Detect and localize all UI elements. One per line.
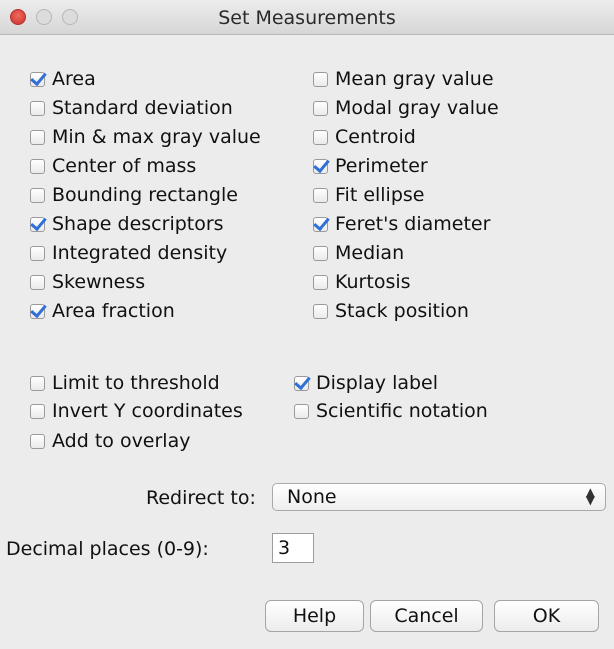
checkbox-stack-position[interactable]: Stack position xyxy=(313,298,469,324)
checkbox-icon[interactable] xyxy=(30,187,45,203)
checkbox-icon[interactable] xyxy=(30,375,45,391)
checkbox-icon[interactable] xyxy=(30,71,45,87)
checkbox-icon[interactable] xyxy=(30,303,45,319)
checkbox-perimeter[interactable]: Perimeter xyxy=(313,153,428,179)
checkbox-median[interactable]: Median xyxy=(313,240,404,266)
checkbox-scientific-notation[interactable]: Scientific notation xyxy=(294,398,488,424)
checkbox-label: Stack position xyxy=(335,300,469,322)
checkbox-icon[interactable] xyxy=(313,245,328,261)
checkbox-add-to-overlay[interactable]: Add to overlay xyxy=(30,428,190,454)
checkbox-icon[interactable] xyxy=(30,158,45,174)
checkbox-label: Standard deviation xyxy=(52,97,233,119)
checkbox-icon[interactable] xyxy=(313,158,328,174)
checkbox-display-label[interactable]: Display label xyxy=(294,370,438,396)
checkbox-center-of-mass[interactable]: Center of mass xyxy=(30,153,196,179)
checkbox-label: Center of mass xyxy=(52,155,197,177)
checkbox-bounding-rectangle[interactable]: Bounding rectangle xyxy=(30,182,238,208)
title-bar: Set Measurements xyxy=(0,0,614,35)
checkbox-icon[interactable] xyxy=(313,303,328,319)
checkbox-ferets-diameter[interactable]: Feret's diameter xyxy=(313,211,490,237)
checkbox-icon[interactable] xyxy=(294,375,309,391)
checkbox-min-max-gray[interactable]: Min & max gray value xyxy=(30,124,261,150)
checkbox-icon[interactable] xyxy=(313,100,328,116)
decimal-places-value: 3 xyxy=(278,537,291,559)
checkbox-centroid[interactable]: Centroid xyxy=(313,124,416,150)
set-measurements-dialog: Set Measurements Area Standard deviation… xyxy=(0,0,614,649)
checkbox-modal-gray[interactable]: Modal gray value xyxy=(313,95,499,121)
checkbox-label: Perimeter xyxy=(335,155,428,177)
checkbox-fit-ellipse[interactable]: Fit ellipse xyxy=(313,182,425,208)
checkbox-shape-descriptors[interactable]: Shape descriptors xyxy=(30,211,224,237)
checkbox-label: Invert Y coordinates xyxy=(52,400,243,422)
checkbox-label: Limit to threshold xyxy=(52,372,220,394)
checkbox-icon[interactable] xyxy=(30,245,45,261)
checkbox-icon[interactable] xyxy=(313,216,328,232)
checkbox-mean-gray[interactable]: Mean gray value xyxy=(313,66,494,92)
checkbox-integrated-density[interactable]: Integrated density xyxy=(30,240,227,266)
checkbox-label: Area xyxy=(52,68,96,90)
checkbox-icon[interactable] xyxy=(30,216,45,232)
checkbox-icon[interactable] xyxy=(30,403,45,419)
help-button[interactable]: Help xyxy=(265,600,364,632)
redirect-value: None xyxy=(287,486,337,508)
checkbox-label: Fit ellipse xyxy=(335,184,425,206)
window-title: Set Measurements xyxy=(218,7,396,29)
checkbox-kurtosis[interactable]: Kurtosis xyxy=(313,269,411,295)
checkbox-icon[interactable] xyxy=(30,433,45,449)
checkbox-label: Integrated density xyxy=(52,242,228,264)
checkbox-icon[interactable] xyxy=(294,403,309,419)
checkbox-invert-y[interactable]: Invert Y coordinates xyxy=(30,398,243,424)
checkbox-label: Scientific notation xyxy=(316,400,488,422)
checkbox-icon[interactable] xyxy=(313,71,328,87)
checkbox-icon[interactable] xyxy=(30,129,45,145)
checkbox-label: Centroid xyxy=(335,126,416,148)
checkbox-area[interactable]: Area xyxy=(30,66,96,92)
select-arrows-icon: ▲ ▼ xyxy=(585,485,595,507)
checkbox-label: Modal gray value xyxy=(335,97,499,119)
checkbox-area-fraction[interactable]: Area fraction xyxy=(30,298,175,324)
checkbox-label: Display label xyxy=(316,372,439,394)
checkbox-label: Bounding rectangle xyxy=(52,184,238,206)
redirect-label: Redirect to: xyxy=(146,487,256,509)
checkbox-label: Kurtosis xyxy=(335,271,411,293)
checkbox-standard-deviation[interactable]: Standard deviation xyxy=(30,95,233,121)
redirect-select[interactable]: None ▲ ▼ xyxy=(272,483,606,511)
checkbox-label: Feret's diameter xyxy=(335,213,491,235)
checkbox-label: Mean gray value xyxy=(335,68,494,90)
checkbox-label: Shape descriptors xyxy=(52,213,224,235)
checkbox-label: Median xyxy=(335,242,405,264)
checkbox-label: Add to overlay xyxy=(52,430,191,452)
checkbox-icon[interactable] xyxy=(313,187,328,203)
checkbox-label: Min & max gray value xyxy=(52,126,261,148)
checkbox-label: Area fraction xyxy=(52,300,175,322)
checkbox-icon[interactable] xyxy=(313,129,328,145)
decimal-places-input[interactable]: 3 xyxy=(272,533,314,563)
checkbox-icon[interactable] xyxy=(313,274,328,290)
checkbox-limit-to-threshold[interactable]: Limit to threshold xyxy=(30,370,220,396)
checkbox-icon[interactable] xyxy=(30,274,45,290)
checkbox-icon[interactable] xyxy=(30,100,45,116)
checkbox-label: Skewness xyxy=(52,271,146,293)
decimal-places-label: Decimal places (0-9): xyxy=(6,538,209,560)
cancel-button[interactable]: Cancel xyxy=(370,600,483,632)
ok-button[interactable]: OK xyxy=(494,600,599,632)
checkbox-skewness[interactable]: Skewness xyxy=(30,269,145,295)
